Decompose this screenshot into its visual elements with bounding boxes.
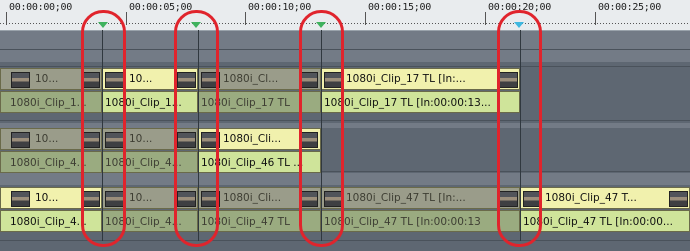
clip-label: 10... [129, 133, 153, 145]
ruler-major-tick [6, 12, 7, 25]
clip-thumbnail [11, 191, 30, 207]
video-clip[interactable]: 1080i_Clip_47 TL [In:... [321, 187, 520, 209]
timecode-label: 00:00:25;00 [598, 2, 661, 13]
clip-label: 10... [35, 73, 59, 85]
clip-thumbnail [11, 132, 30, 148]
video-clip[interactable]: 1080i_Clip_47 T... [520, 187, 690, 209]
clip-label: 1080i_Clip_47 TL [In:00:00... [523, 216, 673, 228]
ruler-major-tick [485, 12, 486, 25]
clip-label: 1080i_Cli... [223, 192, 282, 204]
clip-label: 1080i_Clip_47 TL [In:... [346, 192, 466, 204]
clip-label: 1080i_Cli... [223, 133, 282, 145]
ruler-major-tick [365, 12, 366, 25]
clip-label: 1080i_Clip_47 T... [545, 192, 637, 204]
audio-clip[interactable]: 1080i_Clip_47 TL [In:00:00... [520, 210, 690, 232]
clip-label: 1080i_Clip_4... [10, 157, 87, 169]
clip-thumbnail [669, 191, 688, 207]
audio-clip[interactable]: 1080i_Clip_47 TL [In:00:00:13 [321, 210, 520, 232]
clip-label: 10... [35, 192, 59, 204]
timecode-label: 00:00:05;00 [129, 2, 192, 13]
timecode-label: 00:00:10;00 [248, 2, 311, 13]
clip-label: 1080i_Cl... [223, 73, 279, 85]
clip-label: 10... [129, 73, 153, 85]
ruler-major-tick [595, 12, 596, 25]
clip-label: 10... [35, 133, 59, 145]
timecode-label: 00:00:00;00 [9, 2, 72, 13]
clip-label: 1080i_Clip_17 TL [In:... [346, 73, 466, 85]
ruler-major-tick [245, 12, 246, 25]
clip-label: 1080i_Clip_4... [10, 216, 87, 228]
audio-clip[interactable]: 1080i_Clip_17 TL [In:00:00:13... [321, 91, 520, 113]
ruler-major-tick [126, 12, 127, 25]
edit-point-highlight [174, 10, 219, 247]
clip-thumbnail [11, 72, 30, 88]
clip-label: 1080i_Clip_1... [10, 97, 87, 109]
clip-label: 1080i_Clip_47 TL [In:00:00:13 [324, 216, 481, 228]
edit-point-highlight [81, 10, 126, 247]
video-clip[interactable]: 1080i_Clip_17 TL [In:... [321, 68, 520, 90]
edit-point-highlight [497, 10, 542, 247]
timecode-label: 00:00:15;00 [368, 2, 431, 13]
edit-point-highlight [299, 10, 344, 247]
clip-label: 1080i_Clip_17 TL [In:00:00:13... [324, 97, 491, 109]
clip-label: 10... [129, 192, 153, 204]
